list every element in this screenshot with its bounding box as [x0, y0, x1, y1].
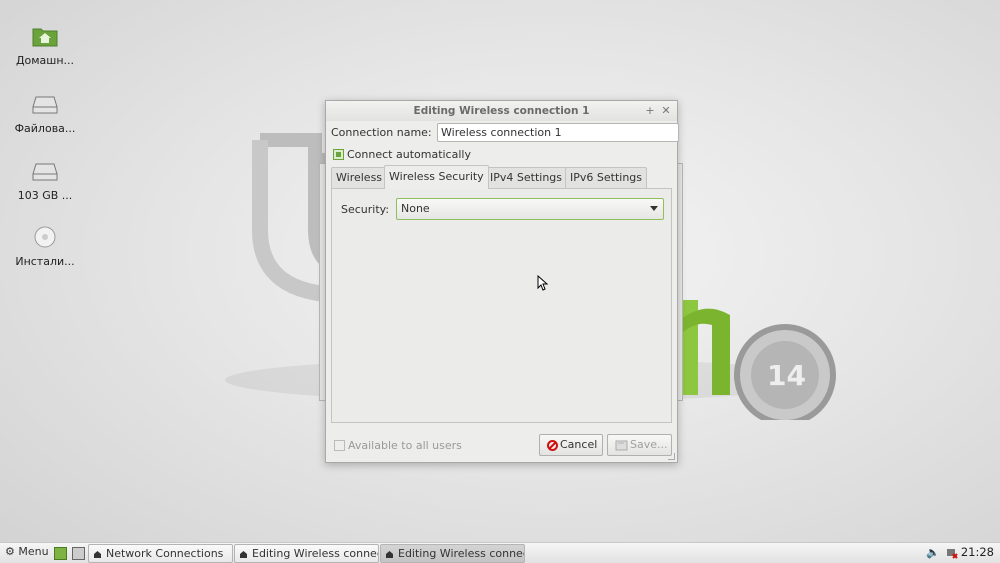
- gear-icon: ⚙: [5, 545, 15, 558]
- mouse-cursor-icon: [537, 275, 549, 291]
- desktop-icon-volume[interactable]: 103 GB ...: [5, 160, 85, 202]
- menu-button[interactable]: ⚙ Menu: [5, 545, 49, 558]
- tab-wireless-security[interactable]: Wireless Security: [384, 165, 489, 189]
- cancel-label: Cancel: [560, 438, 598, 451]
- desktop-icon-home[interactable]: Домашн...: [5, 25, 85, 67]
- connection-name-label: Connection name:: [331, 126, 432, 139]
- network-icon: [240, 550, 247, 558]
- network-icon: [386, 550, 393, 558]
- home-folder-icon: [32, 28, 58, 47]
- drive-icon: [32, 96, 58, 114]
- tab-wireless[interactable]: Wireless: [331, 167, 388, 188]
- task-label: Network Connections: [106, 547, 224, 560]
- security-select[interactable]: None: [396, 198, 664, 220]
- clock[interactable]: 21:28: [961, 545, 994, 559]
- close-icon[interactable]: ✕: [659, 101, 673, 121]
- chevron-down-icon: [650, 206, 658, 211]
- desktop-icon-label: Файлова...: [14, 122, 76, 135]
- cancel-icon: [547, 439, 558, 451]
- dialog-title: Editing Wireless connection 1: [413, 105, 590, 117]
- save-button[interactable]: Save...: [607, 434, 672, 456]
- connect-automatically-row[interactable]: Connect automatically: [333, 147, 471, 161]
- desktop-icon-label: 103 GB ...: [17, 189, 73, 202]
- connection-name-input[interactable]: [437, 123, 679, 142]
- wireless-security-panel: Security: None: [331, 188, 672, 423]
- tab-ipv6-settings[interactable]: IPv6 Settings: [565, 167, 647, 188]
- available-to-all-row: Available to all users: [334, 438, 462, 452]
- edit-connection-dialog: Editing Wireless connection 1 + ✕ Connec…: [325, 100, 679, 463]
- show-desktop-icon[interactable]: [54, 547, 67, 560]
- desktop-icon-filesystem[interactable]: Файлова...: [5, 93, 85, 135]
- task-label: Editing Wireless connec...: [398, 547, 524, 560]
- available-to-all-checkbox: [334, 439, 345, 451]
- dialog-titlebar[interactable]: Editing Wireless connection 1 + ✕: [326, 101, 677, 121]
- pin-icon[interactable]: +: [643, 101, 657, 121]
- network-icon: [94, 550, 101, 558]
- task-label: Editing Wireless connec...: [252, 547, 378, 560]
- terminal-icon[interactable]: [72, 547, 85, 560]
- volume-icon[interactable]: 🔈: [926, 546, 940, 559]
- connect-automatically-label: Connect automatically: [347, 147, 471, 161]
- taskbar: ⚙ Menu Network Connections Editing Wirel…: [0, 542, 1000, 563]
- tab-ipv4-settings[interactable]: IPv4 Settings: [485, 167, 567, 188]
- desktop-icon-installer[interactable]: Инстали...: [5, 226, 85, 268]
- menu-label: Menu: [18, 545, 49, 558]
- security-select-value: None: [401, 202, 430, 215]
- drive-icon: [32, 163, 58, 181]
- available-to-all-label: Available to all users: [348, 438, 462, 452]
- disc-installer-icon: [34, 226, 56, 248]
- cancel-button[interactable]: Cancel: [539, 434, 603, 456]
- resize-grip[interactable]: [668, 453, 675, 460]
- desktop-icon-label: Инстали...: [15, 255, 75, 268]
- task-network-connections[interactable]: Network Connections: [88, 544, 233, 563]
- desktop-icon-label: Домашн...: [15, 54, 75, 67]
- svg-text:14: 14: [767, 359, 806, 392]
- task-editing-wireless-1[interactable]: Editing Wireless connec...: [234, 544, 379, 563]
- save-label: Save...: [630, 438, 668, 451]
- task-editing-wireless-2[interactable]: Editing Wireless connec...: [380, 544, 525, 563]
- connect-automatically-checkbox[interactable]: [333, 148, 344, 160]
- save-icon: [615, 440, 628, 450]
- security-label: Security:: [341, 203, 390, 216]
- network-disconnected-icon[interactable]: [946, 547, 958, 559]
